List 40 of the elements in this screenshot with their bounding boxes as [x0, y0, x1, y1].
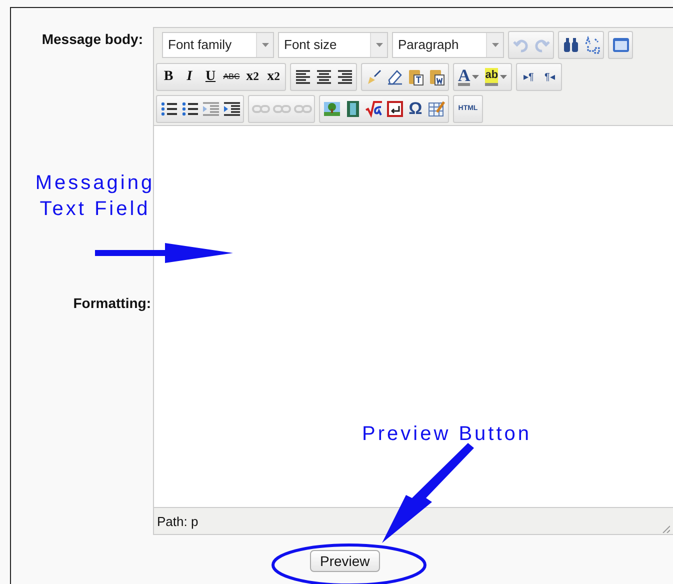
caret-icon: [472, 74, 480, 78]
field-label: Message body:: [42, 31, 143, 47]
dropdown[interactable]: Paragraph: [392, 32, 504, 58]
path-status: Path: p: [157, 514, 198, 528]
outdent-icon: [202, 100, 220, 118]
caret-icon: [492, 42, 498, 46]
caret-icon: [500, 74, 508, 78]
replace-icon: [582, 36, 600, 54]
annotation-label: Messaging Text Field: [34, 171, 156, 222]
clipboard-icon: [428, 68, 446, 86]
caret-icon: [376, 42, 382, 46]
toolbar-button[interactable]: ▸¶: [518, 64, 540, 88]
window-icon: [612, 36, 630, 54]
preview-button[interactable]: Preview: [310, 550, 380, 572]
align-right-icon: [336, 68, 354, 86]
align-center-icon: [314, 68, 332, 86]
equation-icon: [364, 100, 382, 118]
annotation-label: Preview Button: [362, 422, 532, 447]
eraser-icon: [386, 68, 404, 86]
bullet-list-icon: [160, 100, 178, 118]
toolbar-button[interactable]: B: [158, 64, 179, 88]
table-edit-icon: [428, 100, 446, 118]
toolbar-button[interactable]: I: [179, 64, 200, 88]
resize-grip-icon[interactable]: [662, 525, 670, 533]
image-icon: [322, 100, 340, 118]
toolbar-button[interactable]: ABC: [221, 64, 242, 88]
align-left-icon: [294, 68, 312, 86]
clipboard-icon: [406, 68, 424, 86]
indent-icon: [222, 100, 240, 118]
toolbar-button[interactable]: Ω: [405, 96, 426, 120]
binoculars-icon: [562, 36, 580, 54]
dropdown[interactable]: Font size: [278, 32, 388, 58]
toolbar-button[interactable]: U: [200, 64, 221, 88]
arrow-box-icon: [386, 100, 404, 118]
caret-icon: [262, 42, 268, 46]
color-button[interactable]: ab: [482, 64, 510, 88]
toolbar-button[interactable]: ¶◂: [539, 64, 560, 88]
dropdown[interactable]: Font family: [162, 32, 274, 58]
color-button[interactable]: A: [455, 64, 482, 88]
field-label: Formatting:: [73, 295, 151, 311]
